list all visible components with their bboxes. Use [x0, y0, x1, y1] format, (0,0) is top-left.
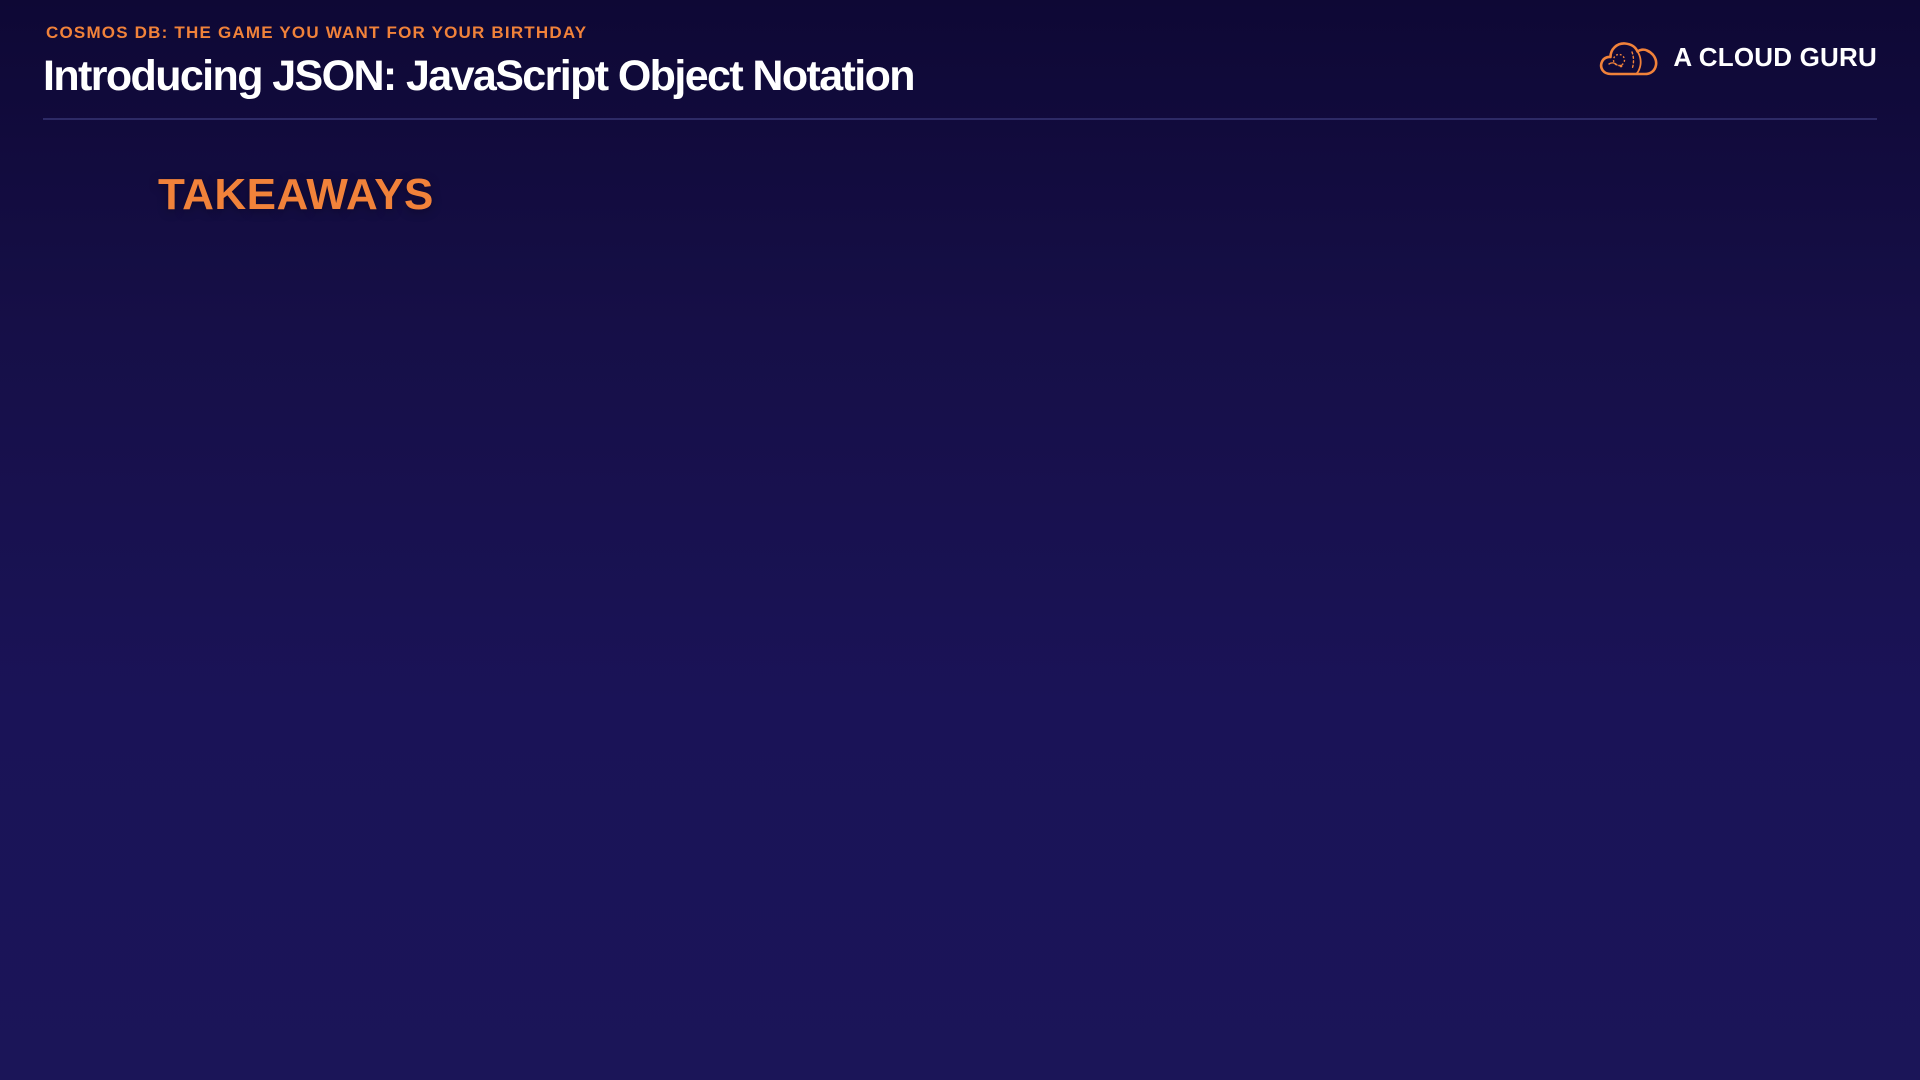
cloud-logo-icon	[1600, 42, 1658, 76]
brand-logo: A CLOUD GURU	[1597, 36, 1877, 78]
section-heading-takeaways: TAKEAWAYS	[158, 170, 434, 219]
brand-name: A CLOUD GURU	[1673, 41, 1877, 72]
slide-title: Introducing JSON: JavaScript Object Nota…	[43, 52, 916, 100]
course-eyebrow: COSMOS DB: THE GAME YOU WANT FOR YOUR BI…	[46, 23, 588, 42]
presentation-slide: COSMOS DB: THE GAME YOU WANT FOR YOUR BI…	[0, 0, 1920, 1080]
header-divider	[43, 118, 1877, 120]
